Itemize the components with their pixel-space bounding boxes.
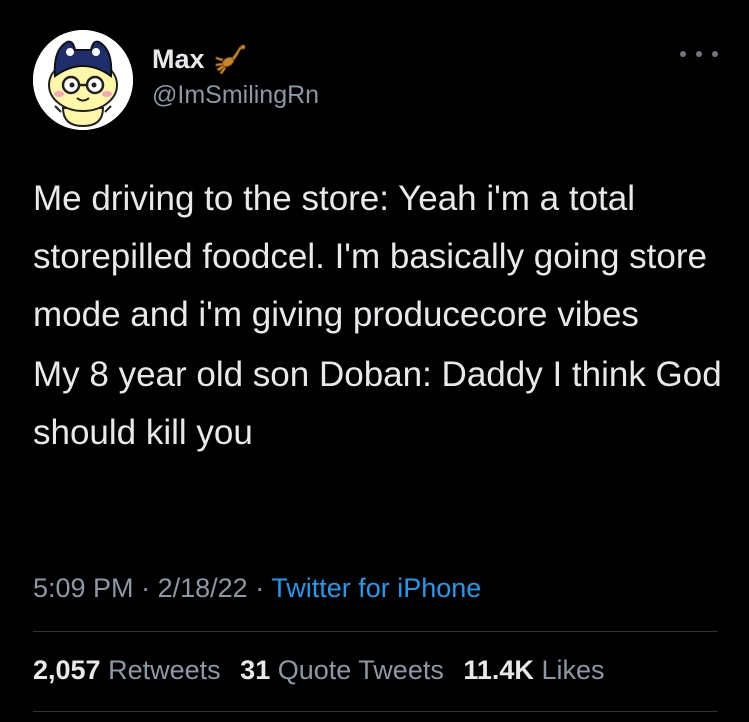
scorpion-icon (213, 42, 247, 76)
likes-count: 11.4K (463, 655, 534, 685)
likes-label: Likes (541, 655, 605, 685)
tweet-paragraph: Me driving to the store: Yeah i'm a tota… (33, 179, 707, 334)
tweet-meta: 5:09 PM · 2/18/22 · Twitter for iPhone (33, 568, 481, 608)
more-options-icon[interactable] (680, 42, 718, 66)
author-handle[interactable]: @ImSmilingRn (152, 80, 319, 110)
retweets-count: 2,057 (33, 655, 101, 685)
author-name-row[interactable]: Max (152, 42, 247, 76)
quote-tweets-count: 31 (240, 655, 271, 685)
retweets-label: Retweets (108, 655, 221, 685)
dot (680, 51, 686, 57)
retweets-stat[interactable]: 2,057 Retweets (33, 655, 221, 685)
dot (712, 51, 718, 57)
likes-stat[interactable]: 11.4K Likes (463, 655, 604, 685)
tweet-stats: 2,057 Retweets 31 Quote Tweets 11.4K Lik… (33, 650, 616, 690)
tweet-date[interactable]: 2/18/22 (158, 573, 248, 603)
quote-tweets-label: Quote Tweets (277, 655, 444, 685)
divider (33, 711, 718, 712)
tweet-source-link[interactable]: Twitter for iPhone (271, 573, 481, 603)
divider (33, 631, 718, 632)
tweet-time[interactable]: 5:09 PM (33, 573, 134, 603)
display-name[interactable]: Max (152, 43, 205, 75)
mametchi-avatar-icon (33, 30, 133, 130)
tweet-text: Me driving to the store: Yeah i'm a tota… (33, 170, 723, 462)
avatar[interactable] (33, 30, 133, 130)
meta-separator: · (255, 573, 265, 603)
tweet-paragraph: My 8 year old son Doban: Daddy I think G… (33, 355, 722, 452)
meta-separator: · (141, 573, 151, 603)
dot (696, 51, 702, 57)
quote-tweets-stat[interactable]: 31 Quote Tweets (240, 655, 444, 685)
